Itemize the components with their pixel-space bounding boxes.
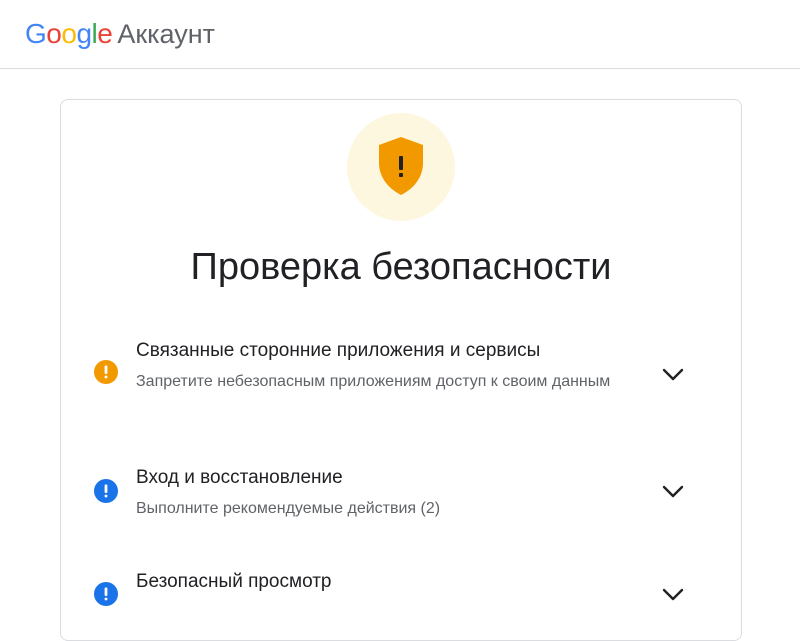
logo-letter: e xyxy=(97,18,113,49)
page-title: Проверка безопасности xyxy=(190,246,612,288)
checkup-item-signin-recovery[interactable]: Вход и восстановление Выполните рекоменд… xyxy=(61,465,741,529)
product-name: Аккаунт xyxy=(117,19,216,49)
logo-letter: G xyxy=(25,18,47,49)
warning-circle-icon xyxy=(94,360,118,384)
chevron-down-icon[interactable] xyxy=(662,485,684,499)
item-description: Запретите небезопасным приложениям досту… xyxy=(136,373,611,390)
chevron-down-icon[interactable] xyxy=(662,368,684,382)
shield-warning-icon xyxy=(379,137,423,195)
info-circle-icon xyxy=(94,582,118,606)
checkup-item-safe-browsing[interactable]: Безопасный просмотр xyxy=(61,569,741,633)
info-circle-icon xyxy=(94,479,118,503)
logo-letter: o xyxy=(46,18,62,49)
google-account-logo[interactable]: Google Аккаунт xyxy=(25,17,215,51)
checkup-item-third-party-apps[interactable]: Связанные сторонние приложения и сервисы… xyxy=(61,338,741,428)
security-checkup-card: Проверка безопасности Связанные сторонни… xyxy=(60,99,742,641)
chevron-down-icon[interactable] xyxy=(662,588,684,602)
hero-badge xyxy=(347,113,455,221)
item-title: Безопасный просмотр xyxy=(136,571,332,592)
logo-letter: g xyxy=(76,18,92,49)
item-description: Выполните рекомендуемые действия (2) xyxy=(136,500,441,517)
app-header: Google Аккаунт xyxy=(0,0,800,69)
item-title: Вход и восстановление xyxy=(136,467,343,488)
item-title: Связанные сторонние приложения и сервисы xyxy=(136,340,541,361)
logo-letter: o xyxy=(61,18,77,49)
